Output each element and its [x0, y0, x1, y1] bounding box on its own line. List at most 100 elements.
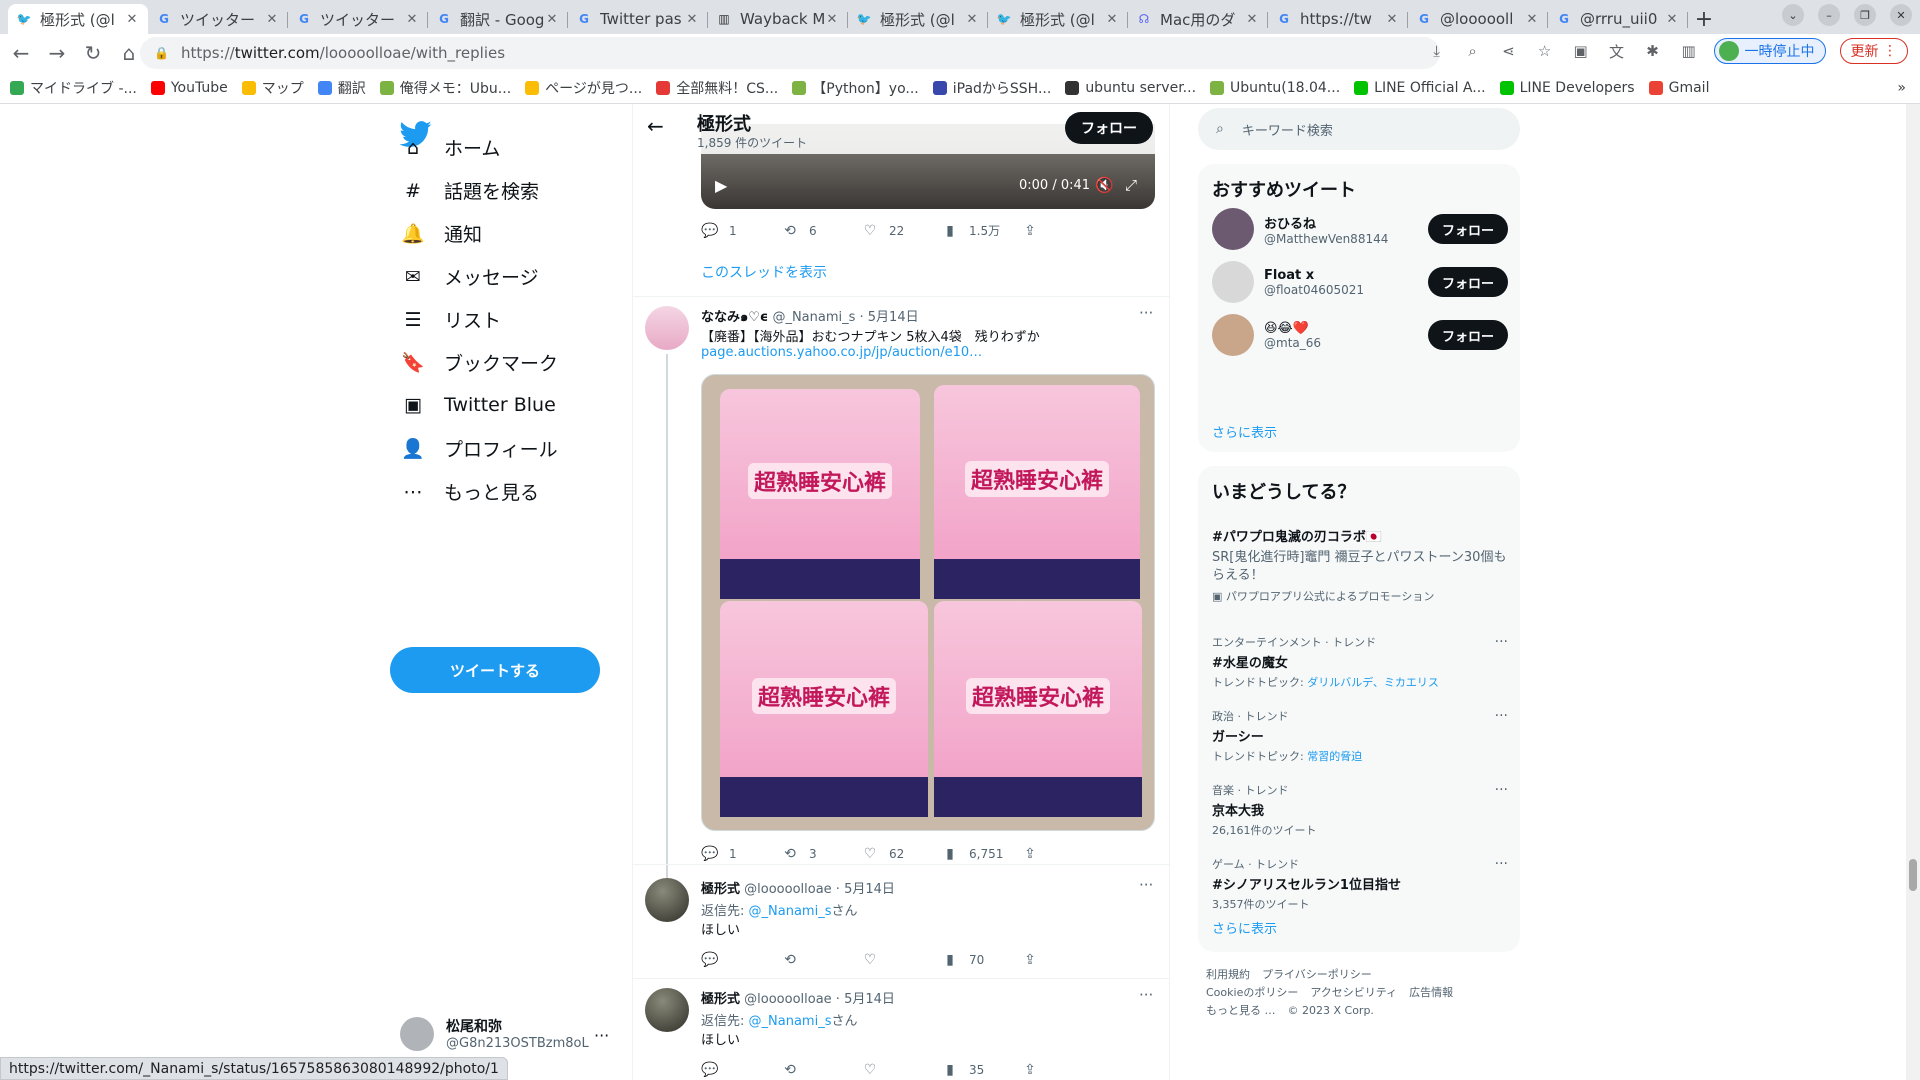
- footer-link[interactable]: プライバシーポリシー: [1262, 968, 1372, 981]
- tweet-link[interactable]: page.auctions.yahoo.co.jp/jp/auction/e10…: [701, 345, 982, 360]
- avatar[interactable]: [645, 988, 689, 1032]
- reply-button[interactable]: 💬 1: [701, 846, 781, 862]
- follow-suggestion[interactable]: 😆😂❤️ @mta_66 フォロー: [1212, 314, 1508, 356]
- tab-5[interactable]: ▥ Wayback M ✕: [708, 4, 848, 34]
- sidepanel-icon[interactable]: ▥: [1678, 40, 1700, 62]
- update-button[interactable]: 更新 ⋮: [1839, 38, 1908, 64]
- trend-more-icon[interactable]: ···: [1495, 782, 1508, 798]
- mute-icon[interactable]: 🔇: [1095, 176, 1114, 194]
- share-button[interactable]: ⇪: [1021, 846, 1101, 862]
- footer-link[interactable]: もっと見る …: [1206, 1004, 1276, 1017]
- tweet-photo[interactable]: 超熟睡安心裤 超熟睡安心裤 超熟睡安心裤 超熟睡安心裤: [701, 374, 1155, 831]
- close-tab-icon[interactable]: ✕: [544, 12, 560, 27]
- bookmark-item[interactable]: 翻訳: [317, 78, 366, 98]
- close-window-button[interactable]: ✕: [1890, 4, 1912, 26]
- trend-item[interactable]: エンターテインメント · トレンド #水星の魔女 トレンドトピック: ダリルバルデ、…: [1212, 634, 1508, 690]
- bookmark-item[interactable]: LINE Official A...: [1354, 80, 1486, 96]
- bookmark-item[interactable]: Gmail: [1648, 80, 1709, 96]
- bookmark-item[interactable]: 【Python】yo...: [792, 78, 919, 98]
- follow-suggestion[interactable]: おひるね @MatthewVen88144 フォロー: [1212, 208, 1508, 250]
- close-tab-icon[interactable]: ✕: [684, 12, 700, 27]
- footer-link[interactable]: 利用規約: [1206, 968, 1250, 981]
- forward-icon[interactable]: →: [42, 38, 72, 68]
- tweet-button[interactable]: ツイートする: [390, 647, 600, 693]
- star-icon[interactable]: ☆: [1534, 40, 1556, 62]
- trend-item[interactable]: 音楽 · トレンド 京本大我 26,161件のツイート ···: [1212, 782, 1508, 838]
- follow-button[interactable]: フォロー: [1427, 214, 1508, 244]
- fullscreen-icon[interactable]: ⤢: [1125, 176, 1137, 194]
- close-tab-icon[interactable]: ✕: [264, 12, 280, 27]
- translate-icon[interactable]: 文: [1606, 40, 1628, 62]
- trend-item[interactable]: ゲーム · トレンド #シノアリスセルラン1位目指せ 3,357件のツイート ···: [1212, 856, 1508, 912]
- reload-icon[interactable]: ↻: [78, 38, 108, 68]
- nav-item-3[interactable]: ✉ メッセージ: [400, 263, 539, 290]
- avatar[interactable]: [645, 306, 689, 350]
- page-scrollbar[interactable]: [1906, 104, 1920, 1080]
- nav-item-1[interactable]: # 話題を検索: [400, 177, 539, 204]
- views-button[interactable]: ▮ 6,751: [941, 846, 1021, 862]
- address-bar[interactable]: 🔒 https://twitter.com/looooolloae/with_r…: [140, 37, 1440, 69]
- close-tab-icon[interactable]: ✕: [1104, 12, 1120, 27]
- account-more-icon[interactable]: ···: [594, 1026, 609, 1045]
- back-icon[interactable]: ←: [6, 38, 36, 68]
- tab-3[interactable]: G 翻訳 - Goog ✕: [428, 4, 568, 34]
- trend-item[interactable]: 政治 · トレンド ガーシー トレンドトピック: 常習的脅迫 ···: [1212, 708, 1508, 764]
- views-button[interactable]: ▮ 35: [941, 1062, 1021, 1078]
- nav-item-6[interactable]: ▣ Twitter Blue: [400, 392, 556, 418]
- retweet-button[interactable]: ⟲: [781, 1062, 861, 1078]
- reply-to-link[interactable]: @_Nanami_s: [749, 904, 832, 919]
- close-tab-icon[interactable]: ✕: [964, 12, 980, 27]
- reply-to-link[interactable]: @_Nanami_s: [749, 1014, 832, 1029]
- tab-1[interactable]: G ツイッター ✕: [148, 4, 288, 34]
- tweet-author[interactable]: ななみ๑♡ϵ @_Nanami_s · 5月14日: [701, 306, 919, 327]
- back-arrow-icon[interactable]: ←: [647, 114, 664, 138]
- play-icon[interactable]: ▶: [715, 176, 727, 195]
- restore-button[interactable]: ❐: [1854, 4, 1876, 26]
- bookmark-item[interactable]: iPadからSSH...: [932, 78, 1051, 98]
- follow-button[interactable]: フォロー: [1427, 267, 1508, 297]
- scrollbar-thumb[interactable]: [1909, 859, 1917, 891]
- footer-link[interactable]: Cookieのポリシー: [1206, 986, 1298, 999]
- tab-7[interactable]: 🐦 極形式 (@l ✕: [988, 4, 1128, 34]
- bookmark-item[interactable]: 全部無料！CS...: [656, 78, 778, 98]
- close-tab-icon[interactable]: ✕: [124, 12, 140, 27]
- bookmarks-more-icon[interactable]: »: [1897, 80, 1906, 96]
- tab-8[interactable]: ☊ Mac用のダ ✕: [1128, 4, 1268, 34]
- retweet-button[interactable]: ⟲ 6: [781, 222, 861, 239]
- follow-button[interactable]: フォロー: [1065, 112, 1153, 144]
- views-button[interactable]: ▮ 1.5万: [941, 222, 1021, 239]
- nav-item-7[interactable]: 👤 プロフィール: [400, 435, 557, 462]
- tab-0[interactable]: 🐦 極形式 (@l ✕: [8, 4, 148, 34]
- bookmark-item[interactable]: ページが見つ...: [525, 78, 642, 98]
- like-button[interactable]: ♡ 62: [861, 846, 941, 862]
- zoom-icon[interactable]: ⌕: [1462, 40, 1484, 62]
- reply-button[interactable]: 💬: [701, 1062, 781, 1078]
- bookmark-item[interactable]: Ubuntu(18.04...: [1210, 80, 1340, 96]
- nav-item-5[interactable]: 🔖 ブックマーク: [400, 349, 558, 376]
- reply-button[interactable]: 💬 1: [701, 222, 781, 239]
- tweet-more-icon[interactable]: ···: [1139, 876, 1153, 894]
- close-tab-icon[interactable]: ✕: [1524, 12, 1540, 27]
- share-button[interactable]: ⇪: [1021, 1062, 1101, 1078]
- bookmark-item[interactable]: 俺得メモ：Ubu...: [379, 78, 511, 98]
- share-button[interactable]: ⇪: [1021, 222, 1101, 239]
- show-more-link[interactable]: さらに表示: [1212, 422, 1277, 441]
- promoted-trend[interactable]: #パワプロ鬼滅の刃コラボ🇯🇵 SR[鬼化進行時]竈門 禰豆子とパワストーン30個…: [1212, 524, 1508, 604]
- bookmark-item[interactable]: ubuntu server...: [1065, 80, 1196, 96]
- bookmark-item[interactable]: LINE Developers: [1499, 80, 1635, 96]
- like-button[interactable]: ♡ 22: [861, 222, 941, 239]
- bookmark-item[interactable]: マイドライブ -...: [10, 78, 137, 98]
- like-button[interactable]: ♡: [861, 1062, 941, 1078]
- tab-11[interactable]: G @rrru_uii0 ✕: [1548, 4, 1688, 34]
- show-thread-link[interactable]: このスレッドを表示: [701, 262, 827, 282]
- tab-6[interactable]: 🐦 極形式 (@l ✕: [848, 4, 988, 34]
- search-input[interactable]: ⌕ キーワード検索: [1198, 108, 1520, 150]
- nav-item-0[interactable]: ⌂ ホーム: [400, 134, 500, 161]
- tweet-more-icon[interactable]: ···: [1139, 986, 1153, 1004]
- minimize-button[interactable]: –: [1818, 4, 1840, 26]
- profile-paused-button[interactable]: 一時停止中: [1713, 38, 1826, 64]
- close-tab-icon[interactable]: ✕: [1244, 12, 1260, 27]
- close-tab-icon[interactable]: ✕: [1384, 12, 1400, 27]
- trend-sub-links[interactable]: ダリルバルデ、ミカエリス: [1307, 676, 1439, 689]
- like-button[interactable]: ♡: [861, 952, 941, 968]
